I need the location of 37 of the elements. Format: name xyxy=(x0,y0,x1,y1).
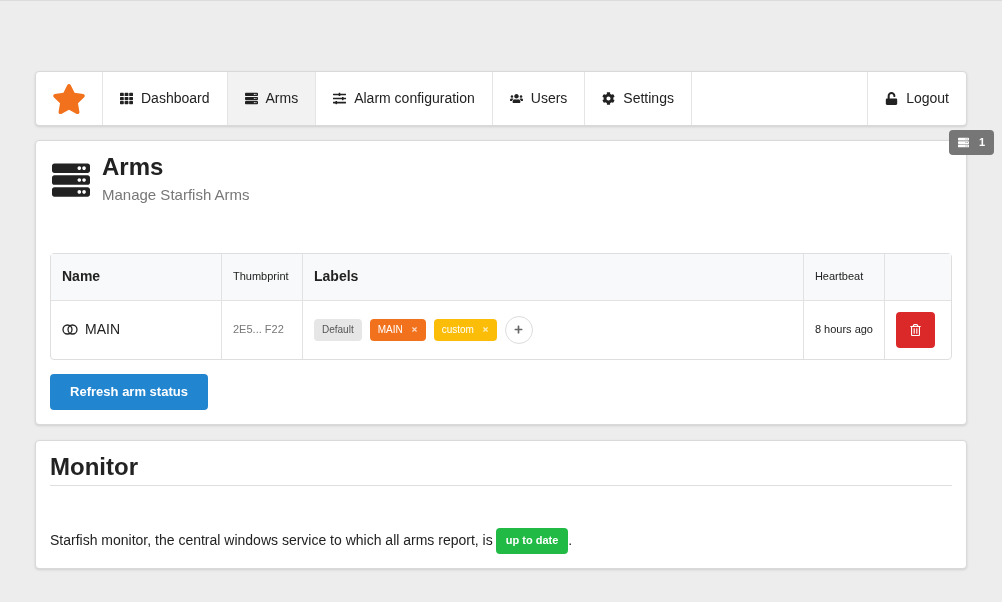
users-icon xyxy=(509,92,523,105)
heartbeat-cell: 8 hours ago xyxy=(803,300,885,359)
nav-tab[interactable]: Users xyxy=(492,72,586,125)
server-icon xyxy=(244,92,258,105)
arm-name: MAIN xyxy=(85,320,120,339)
gear-icon xyxy=(602,92,616,105)
column-header: Labels xyxy=(303,253,804,301)
monitor-sentence: Starfish monitor, the central windows service to which all arms report, is up to date . xyxy=(50,527,952,554)
grid-icon xyxy=(120,92,133,105)
refresh-button[interactable]: Refresh arm status xyxy=(50,373,208,410)
server-icon xyxy=(958,137,969,148)
page-subtitle: Manage Starfish Arms xyxy=(102,185,250,205)
logout-button[interactable]: Logout xyxy=(867,72,966,125)
remove-icon[interactable] xyxy=(481,326,489,333)
plus-icon xyxy=(514,325,524,334)
status-badge: up to date xyxy=(495,527,569,554)
label-tag: MAIN xyxy=(369,318,426,341)
label-tag: custom xyxy=(433,318,497,341)
page-title: Arms xyxy=(102,153,165,181)
trash-icon xyxy=(910,323,921,336)
label-tag: Default xyxy=(314,318,362,341)
column-header: Name xyxy=(51,253,222,301)
column-header: Heartbeat xyxy=(803,253,885,301)
remove-icon[interactable] xyxy=(410,326,418,333)
nav-tab[interactable]: Settings xyxy=(585,72,692,125)
star-logo-icon[interactable] xyxy=(52,81,86,116)
delete-button[interactable] xyxy=(896,311,935,348)
unlock-icon xyxy=(885,92,899,105)
nav-tab[interactable]: Dashboard xyxy=(103,72,228,125)
sliders-icon xyxy=(333,92,347,105)
thumbprint-cell: 2E5... F22 xyxy=(222,300,303,359)
nav-tab[interactable]: Alarm configuration xyxy=(316,72,493,125)
nav-tab[interactable]: Arms xyxy=(227,72,317,125)
column-header: Thumbprint xyxy=(222,253,303,301)
section-title: Monitor xyxy=(50,450,952,486)
count-badge: 1 xyxy=(949,130,995,155)
server-icon xyxy=(52,161,90,199)
